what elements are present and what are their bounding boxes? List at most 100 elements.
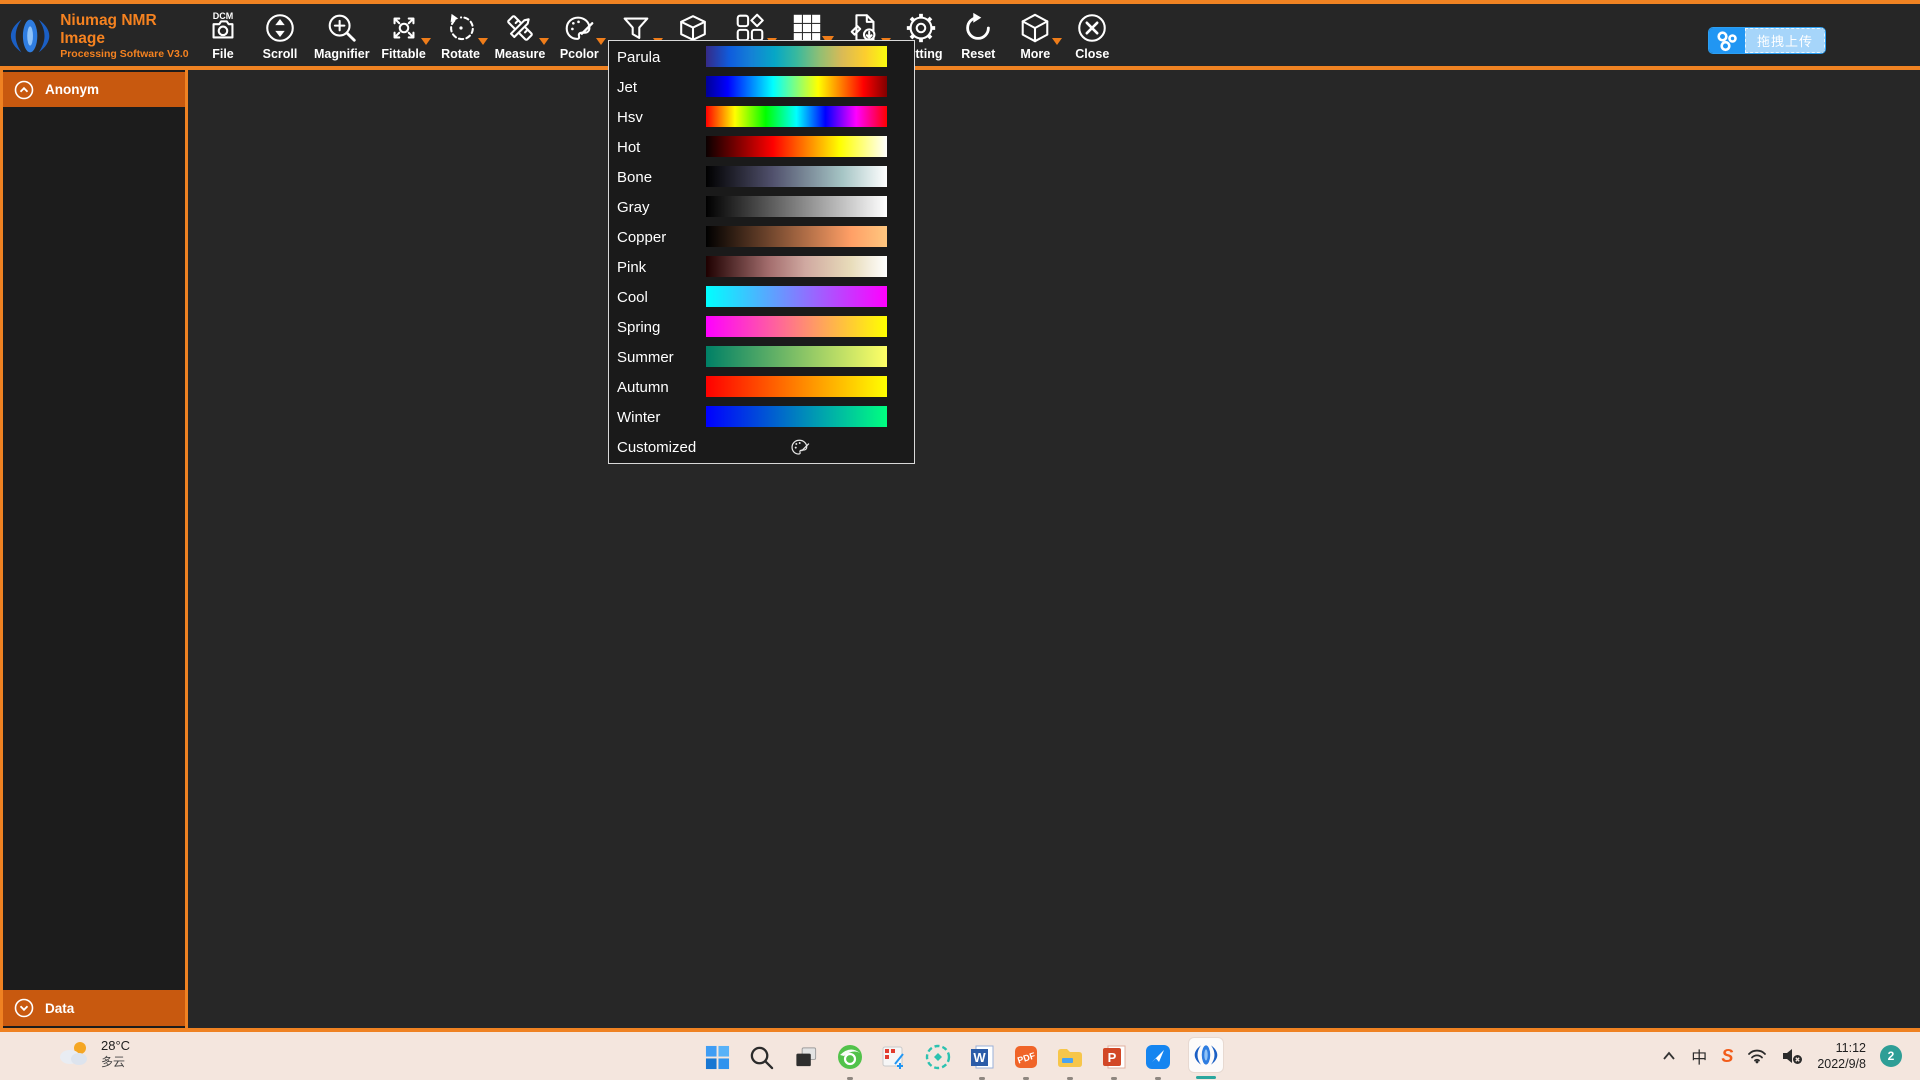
dropdown-arrow-icon[interactable] [596, 38, 606, 45]
colormap-label: Customized [617, 439, 696, 456]
colormap-label: Hsv [617, 109, 643, 126]
weather-widget[interactable]: 28°C 多云 [56, 1038, 130, 1070]
partly-cloudy-icon [56, 1040, 92, 1068]
rotate-icon [443, 10, 479, 46]
teal-ring-app-icon[interactable] [924, 1044, 951, 1071]
start-button[interactable] [704, 1044, 731, 1071]
notification-badge[interactable]: 2 [1880, 1045, 1902, 1067]
palette-icon [789, 436, 811, 463]
running-indicator [1023, 1077, 1029, 1080]
dropdown-arrow-icon[interactable] [478, 38, 488, 45]
more-button[interactable]: More [1012, 10, 1058, 61]
running-indicator [1067, 1077, 1073, 1080]
colormap-swatch [706, 256, 887, 277]
window-bottom-border [0, 1028, 1920, 1032]
colormap-swatch [706, 226, 887, 247]
magnifier-button[interactable]: Magnifier [314, 10, 370, 61]
running-indicator [1155, 1077, 1161, 1080]
colormap-swatch [706, 196, 887, 217]
colormap-label: Winter [617, 409, 660, 426]
colormap-item-cool[interactable]: Cool [609, 282, 914, 312]
dropdown-arrow-icon[interactable] [1052, 38, 1062, 45]
colormap-item-copper[interactable]: Copper [609, 222, 914, 252]
pdf-app-icon[interactable]: PDF [1012, 1044, 1039, 1071]
drag-upload-button[interactable]: 拖拽上传 [1708, 27, 1826, 54]
dropdown-arrow-icon[interactable] [539, 38, 549, 45]
scroll-button[interactable]: Scroll [257, 10, 303, 61]
measure-button[interactable]: Measure [495, 10, 546, 61]
colormap-item-autumn[interactable]: Autumn [609, 372, 914, 402]
magnifier-icon [324, 10, 360, 46]
colormap-swatch [706, 346, 887, 367]
niumag-logo-icon [8, 13, 52, 59]
app-title: Niumag NMR Image [60, 12, 200, 48]
colormap-item-hsv[interactable]: Hsv [609, 102, 914, 132]
close-button[interactable]: Close [1069, 10, 1115, 61]
app-brand: Niumag NMR Image Processing Software V3.… [8, 8, 200, 60]
file-button[interactable]: DCM File [200, 10, 246, 61]
task-view-button[interactable] [792, 1044, 819, 1071]
powerpoint-icon[interactable]: P [1100, 1044, 1127, 1071]
nmr-app-icon-active[interactable] [1188, 1037, 1224, 1073]
file-explorer-icon[interactable] [1056, 1044, 1083, 1071]
windows-taskbar: 28°C 多云 [0, 1032, 1920, 1080]
blue-wing-app-icon[interactable] [1144, 1044, 1171, 1071]
colormap-label: Hot [617, 139, 640, 156]
colormap-item-summer[interactable]: Summer [609, 342, 914, 372]
colormap-label: Spring [617, 319, 660, 336]
sidebar: Anonym Data [0, 70, 185, 1028]
content-area: Anonym Data [0, 70, 1920, 1028]
sogou-input-icon[interactable]: S [1721, 1046, 1733, 1067]
reset-button[interactable]: Reset [955, 10, 1001, 61]
running-indicator [847, 1077, 853, 1080]
snip-tool-icon[interactable] [880, 1044, 907, 1071]
fittable-button[interactable]: Fittable [381, 10, 427, 61]
active-app-indicator [1196, 1076, 1216, 1079]
colormap-item-winter[interactable]: Winter [609, 402, 914, 432]
palette-icon [561, 10, 597, 46]
svg-text:W: W [973, 1050, 986, 1065]
colormap-item-spring[interactable]: Spring [609, 312, 914, 342]
colormap-item-hot[interactable]: Hot [609, 132, 914, 162]
pcolor-button-label: Pcolor [560, 47, 599, 61]
ime-indicator[interactable]: 中 [1691, 1044, 1707, 1068]
clock[interactable]: 11:12 2022/9/8 [1817, 1040, 1866, 1073]
colormap-item-customized[interactable]: Customized [609, 432, 914, 462]
colormap-item-jet[interactable]: Jet [609, 72, 914, 102]
colormap-swatch [706, 406, 887, 427]
dropdown-arrow-icon[interactable] [421, 38, 431, 45]
chevron-down-circle-icon [14, 998, 34, 1018]
colormap-dropdown-menu: Parula Jet Hsv Hot Bone Gray Copper Pink… [608, 40, 915, 464]
browser-360-icon[interactable] [836, 1044, 863, 1071]
toolbar: Niumag NMR Image Processing Software V3.… [0, 0, 1920, 70]
running-indicator [1111, 1077, 1117, 1080]
close-button-label: Close [1075, 47, 1109, 61]
colormap-label: Gray [617, 199, 650, 216]
box-icon [1017, 10, 1053, 46]
wifi-icon[interactable] [1747, 1048, 1767, 1064]
measure-button-label: Measure [495, 47, 546, 61]
anonym-section-header[interactable]: Anonym [3, 72, 185, 107]
search-button[interactable] [748, 1044, 775, 1071]
weather-temperature: 28°C [101, 1038, 130, 1053]
word-icon[interactable]: W [968, 1044, 995, 1071]
volume-muted-icon[interactable] [1781, 1047, 1803, 1065]
image-canvas-area[interactable] [188, 70, 1920, 1028]
rotate-button[interactable]: Rotate [438, 10, 484, 61]
scroll-button-label: Scroll [263, 47, 298, 61]
data-section-header[interactable]: Data [3, 990, 185, 1026]
colormap-item-pink[interactable]: Pink [609, 252, 914, 282]
drag-upload-label: 拖拽上传 [1745, 28, 1825, 53]
colormap-item-bone[interactable]: Bone [609, 162, 914, 192]
colormap-swatch [706, 376, 887, 397]
more-button-label: More [1020, 47, 1050, 61]
chevron-up-circle-icon [14, 80, 34, 100]
close-icon [1074, 10, 1110, 46]
reset-button-label: Reset [961, 47, 995, 61]
pcolor-button[interactable]: Pcolor [556, 10, 602, 61]
colormap-swatch [706, 106, 887, 127]
hidden-icons-chevron[interactable] [1661, 1049, 1677, 1063]
colormap-item-gray[interactable]: Gray [609, 192, 914, 222]
colormap-label: Bone [617, 169, 652, 186]
colormap-item-parula[interactable]: Parula [609, 42, 914, 72]
